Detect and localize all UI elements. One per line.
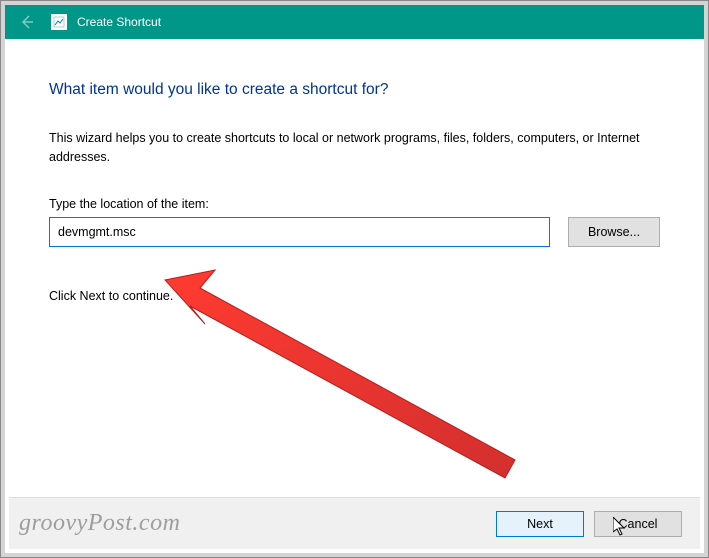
footer: groovyPost.com Next Cancel — [9, 497, 700, 549]
wizard-content: What item would you like to create a sho… — [5, 39, 704, 303]
arrow-left-icon — [19, 14, 35, 30]
cancel-button[interactable]: Cancel — [594, 511, 682, 537]
watermark: groovyPost.com — [19, 510, 180, 537]
wizard-description: This wizard helps you to create shortcut… — [49, 129, 660, 167]
app-icon — [51, 14, 67, 30]
page-heading: What item would you like to create a sho… — [49, 81, 660, 99]
titlebar: Create Shortcut — [5, 5, 704, 39]
window-title: Create Shortcut — [77, 15, 161, 29]
next-button[interactable]: Next — [496, 511, 584, 537]
browse-button[interactable]: Browse... — [568, 217, 660, 247]
continue-hint: Click Next to continue. — [49, 289, 660, 303]
location-label: Type the location of the item: — [49, 197, 660, 211]
back-button — [13, 8, 41, 36]
location-input[interactable] — [49, 217, 550, 247]
